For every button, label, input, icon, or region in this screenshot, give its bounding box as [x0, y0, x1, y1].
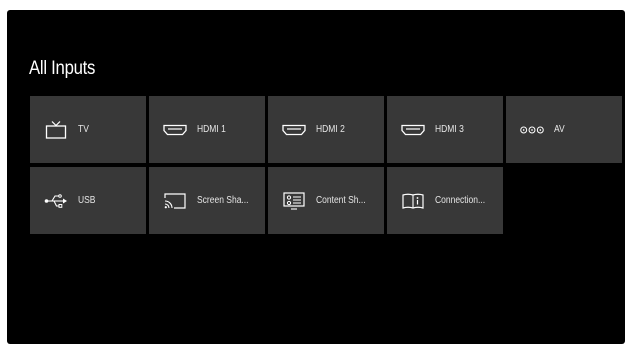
tv-icon: [44, 120, 68, 140]
inputs-grid: TV HDMI 1 HDMI 2 HDMI 3 AV USB Screen Sh…: [30, 96, 625, 234]
hdmi-icon: [163, 120, 187, 140]
input-tile-screen-share[interactable]: Screen Sha...: [149, 167, 265, 234]
hdmi-icon: [401, 120, 425, 140]
connection-guide-icon: [401, 191, 425, 211]
input-tile-tv[interactable]: TV: [30, 96, 146, 163]
tv-screen: All Inputs TV HDMI 1 HDMI 2 HDMI 3 AV US…: [7, 10, 625, 344]
input-label: USB: [78, 195, 96, 206]
input-label: HDMI 3: [435, 124, 464, 135]
page-title: All Inputs: [29, 58, 96, 79]
input-label: Content Sh...: [316, 195, 366, 206]
av-icon: [520, 120, 544, 140]
input-tile-content-share[interactable]: Content Sh...: [268, 167, 384, 234]
input-tile-hdmi-3[interactable]: HDMI 3: [387, 96, 503, 163]
hdmi-icon: [282, 120, 306, 140]
input-label: Screen Sha...: [197, 195, 249, 206]
input-label: HDMI 1: [197, 124, 226, 135]
input-tile-av[interactable]: AV: [506, 96, 622, 163]
input-tile-usb[interactable]: USB: [30, 167, 146, 234]
input-tile-connection-guide[interactable]: Connection...: [387, 167, 503, 234]
content-share-icon: [282, 191, 306, 211]
input-label: AV: [554, 124, 565, 135]
usb-icon: [44, 191, 68, 211]
input-tile-hdmi-1[interactable]: HDMI 1: [149, 96, 265, 163]
input-tile-hdmi-2[interactable]: HDMI 2: [268, 96, 384, 163]
input-label: HDMI 2: [316, 124, 345, 135]
screen-share-icon: [163, 191, 187, 211]
input-label: Connection...: [435, 195, 486, 206]
input-label: TV: [78, 124, 89, 135]
